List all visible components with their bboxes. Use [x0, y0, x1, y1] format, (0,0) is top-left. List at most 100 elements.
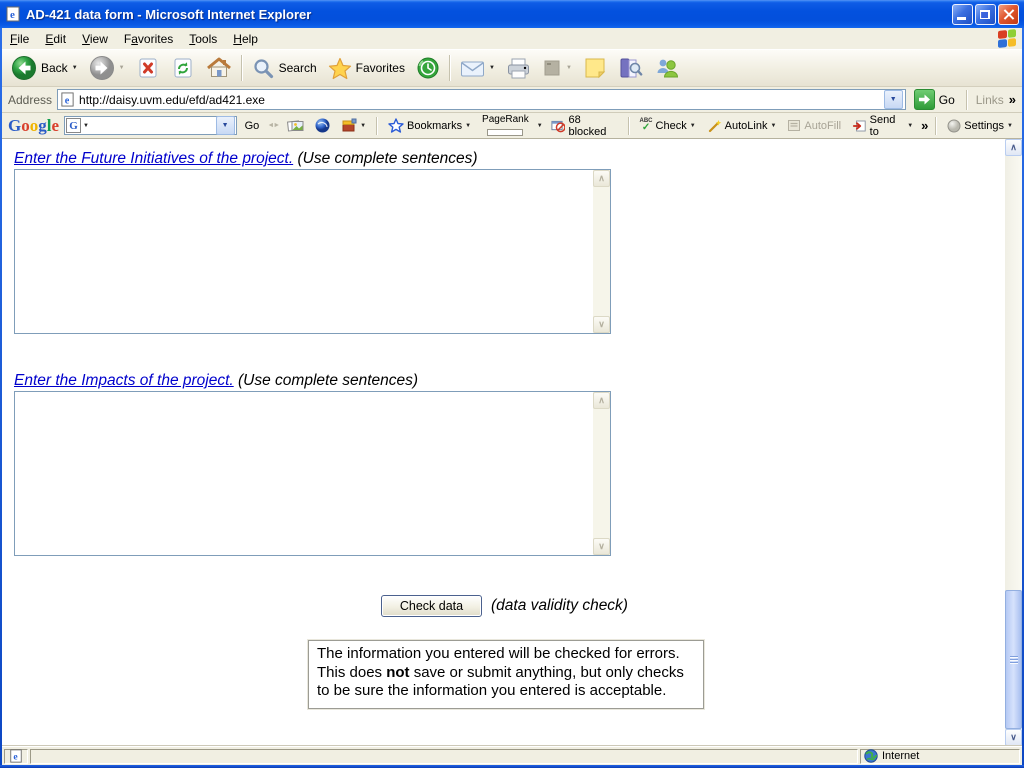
scroll-up-button[interactable]: ∧: [1005, 139, 1022, 156]
future-initiatives-link[interactable]: Enter the Future Initiatives of the proj…: [14, 150, 293, 167]
url-text[interactable]: http://daisy.uvm.edu/efd/ad421.exe: [79, 93, 884, 107]
pagerank-caret[interactable]: ▼: [537, 123, 543, 129]
google-search-input[interactable]: G ▼ ▼: [64, 116, 237, 135]
history-button[interactable]: [411, 54, 445, 82]
autolink-button[interactable]: AutoLink ▼: [704, 118, 780, 134]
spellcheck-icon: ABC ✓: [639, 118, 653, 133]
svg-text:e: e: [10, 9, 15, 21]
standard-toolbar: Back ▼ ▼ Search Favorites ▼ ▼: [2, 49, 1022, 87]
check-data-button[interactable]: Check data: [381, 595, 482, 617]
status-icon-cell: e: [4, 748, 28, 764]
menu-favorites[interactable]: Favorites: [116, 29, 181, 49]
address-bar: Address e http://daisy.uvm.edu/efd/ad421…: [2, 87, 1022, 113]
minimize-button[interactable]: [952, 3, 973, 25]
ie-page-icon: e: [5, 6, 21, 22]
refresh-button[interactable]: [166, 54, 200, 82]
edit-button: ▼: [537, 56, 577, 80]
menu-help[interactable]: Help: [225, 29, 266, 49]
gadgets-button[interactable]: ▼: [338, 117, 369, 134]
close-button[interactable]: [998, 3, 1019, 25]
earth-button[interactable]: [312, 117, 333, 134]
toolbar-separator: [935, 116, 938, 135]
resize-grip-icon[interactable]: ◄►: [267, 122, 280, 129]
window-border-left: [0, 28, 2, 768]
scrollbar-thumb[interactable]: [1005, 590, 1022, 729]
address-dropdown-button[interactable]: ▼: [883, 90, 903, 109]
address-input[interactable]: e http://daisy.uvm.edu/efd/ad421.exe ▼: [57, 89, 906, 110]
favorites-button[interactable]: Favorites: [323, 55, 410, 82]
mail-dropdown-caret[interactable]: ▼: [489, 65, 495, 71]
forward-button[interactable]: ▼: [84, 53, 130, 83]
links-chevron[interactable]: »: [1009, 92, 1016, 107]
forward-dropdown-caret: ▼: [118, 65, 125, 71]
info-box: The information you entered will be chec…: [307, 639, 705, 710]
impacts-textarea-frame: ∧ ∨: [14, 391, 611, 556]
menu-file[interactable]: File: [2, 29, 37, 49]
bookmarks-button[interactable]: Bookmarks ▼: [385, 117, 474, 134]
toolbar-separator: [448, 55, 451, 81]
menu-tools[interactable]: Tools: [181, 29, 225, 49]
back-button[interactable]: Back ▼: [6, 53, 83, 83]
refresh-icon: [171, 56, 195, 80]
google-search-dropdown[interactable]: ▼: [215, 116, 235, 135]
print-icon: [506, 57, 531, 80]
toolbar-separator: [240, 55, 243, 81]
textarea-scrollbar[interactable]: ∧ ∨: [593, 170, 610, 333]
impacts-link[interactable]: Enter the Impacts of the project.: [14, 372, 234, 389]
settings-button[interactable]: Settings ▼: [944, 118, 1016, 134]
google-toolbar: Google G ▼ ▼ Go ◄► ▼ Bookmarks ▼ PageRan…: [2, 113, 1022, 139]
back-dropdown-caret[interactable]: ▼: [72, 65, 78, 71]
home-button[interactable]: [201, 54, 237, 82]
search-button[interactable]: Search: [247, 55, 322, 82]
menu-edit[interactable]: Edit: [37, 29, 74, 49]
links-label[interactable]: Links: [976, 93, 1004, 107]
gadgets-icon: [342, 118, 357, 132]
impacts-textarea[interactable]: [15, 392, 593, 555]
page-scrollbar[interactable]: ∧ ∨: [1005, 139, 1022, 746]
scroll-down-button[interactable]: ∨: [593, 316, 610, 333]
zone-label: Internet: [882, 750, 920, 762]
discuss-button[interactable]: [578, 54, 612, 82]
go-button[interactable]: Go: [911, 87, 958, 112]
future-initiatives-textarea[interactable]: [15, 170, 593, 333]
scroll-up-button[interactable]: ∧: [593, 170, 610, 187]
popup-blocker-button[interactable]: 68 blocked: [548, 113, 621, 139]
status-message-cell: [30, 748, 858, 764]
restore-button[interactable]: [975, 3, 996, 25]
g-dropdown-caret[interactable]: ▼: [83, 123, 89, 129]
forward-icon: [89, 55, 115, 81]
bookmarks-star-icon: [388, 118, 404, 133]
print-button[interactable]: [501, 55, 536, 82]
search-label: Search: [278, 61, 317, 75]
stop-button[interactable]: [131, 54, 165, 82]
address-label: Address: [8, 92, 53, 107]
sendto-button[interactable]: Send to ▼: [849, 113, 916, 139]
popup-blocked-icon: [551, 120, 566, 132]
go-label: Go: [938, 92, 955, 107]
google-go-button[interactable]: Go: [242, 119, 263, 133]
check-data-hint: (data validity check): [491, 597, 628, 614]
favorites-star-icon: [328, 57, 352, 80]
messenger-button[interactable]: [649, 54, 685, 82]
more-buttons-chevron[interactable]: »: [921, 118, 928, 133]
menu-view[interactable]: View: [74, 29, 116, 49]
photos-icon: [287, 119, 304, 132]
scroll-down-button[interactable]: ∨: [593, 538, 610, 555]
textarea-scrollbar[interactable]: ∧ ∨: [593, 392, 610, 555]
title-bar: e AD-421 data form - Microsoft Internet …: [0, 0, 1024, 28]
spellcheck-button[interactable]: ABC ✓ Check ▼: [637, 117, 699, 134]
svg-text:e: e: [65, 95, 70, 106]
scroll-down-button[interactable]: ∨: [1005, 729, 1022, 746]
stop-icon: [136, 56, 160, 80]
search-icon: [252, 57, 275, 80]
page-content: Enter the Future Initiatives of the proj…: [2, 139, 1022, 746]
mail-button[interactable]: ▼: [455, 57, 500, 80]
photos-button[interactable]: [284, 118, 307, 134]
pagerank-button[interactable]: PageRank: [479, 114, 532, 137]
mail-icon: [460, 59, 485, 78]
wand-icon: [708, 119, 721, 132]
back-icon: [11, 55, 37, 81]
research-button[interactable]: [613, 54, 648, 82]
scroll-up-button[interactable]: ∧: [593, 392, 610, 409]
favorites-label: Favorites: [355, 61, 405, 75]
